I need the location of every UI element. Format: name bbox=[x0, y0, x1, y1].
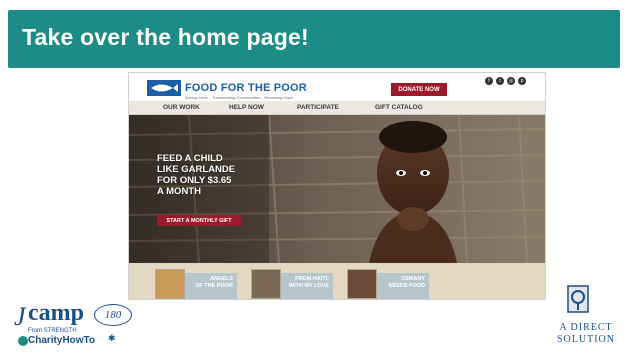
hero-line: A MONTH bbox=[157, 186, 201, 197]
camp-word: camp bbox=[28, 300, 84, 326]
site-nav: OUR WORK HELP NOW PARTICIPATE GIFT CATAL… bbox=[129, 101, 545, 115]
nav-our-work[interactable]: OUR WORK bbox=[163, 104, 200, 111]
hero-line: FOR ONLY $3.65 bbox=[157, 175, 232, 186]
hero-line: FEED A CHILD bbox=[157, 153, 223, 164]
feature-strip: ANGELS OF THE POOR FROM HAITI: WITH MY L… bbox=[129, 263, 545, 299]
title-bar: Take over the home page! bbox=[8, 10, 620, 68]
camp-number: 180 bbox=[94, 304, 132, 326]
ads-mark-icon bbox=[567, 285, 589, 313]
star-icon: ✱ bbox=[108, 333, 116, 343]
pinterest-icon[interactable]: p bbox=[518, 77, 526, 85]
a-direct-solution-logo: A DIRECT SOLUTION bbox=[548, 282, 624, 348]
nav-participate[interactable]: PARTICIPATE bbox=[297, 104, 339, 111]
start-monthly-gift-button[interactable]: START A MONTHLY GIFT bbox=[157, 215, 241, 226]
card-thumbnail bbox=[347, 269, 377, 299]
twitter-icon[interactable]: t bbox=[496, 77, 504, 85]
card-label: FROM HAITI: WITH MY LOVE bbox=[281, 273, 333, 299]
charityhowto-icon bbox=[18, 336, 28, 346]
slide: Take over the home page! FOOD FOR THE PO… bbox=[0, 0, 628, 356]
card-label: ANGELS OF THE POOR bbox=[185, 273, 237, 299]
donate-now-button[interactable]: DONATE NOW bbox=[391, 83, 447, 96]
fish-logo-icon bbox=[147, 80, 181, 96]
card-thumbnail bbox=[155, 269, 185, 299]
site-logo-text: FOOD FOR THE POOR bbox=[185, 82, 307, 94]
feature-card-angels[interactable]: ANGELS OF THE POOR bbox=[155, 269, 237, 299]
social-icons: f t ◎ p bbox=[485, 77, 526, 85]
nav-help-now[interactable]: HELP NOW bbox=[229, 104, 264, 111]
card-label: OSMANY NEEDS FOOD bbox=[377, 273, 429, 299]
card-thumbnail bbox=[251, 269, 281, 299]
camp-charity-name: CharityHowTo bbox=[28, 335, 96, 346]
card-label-line: NEEDS FOOD bbox=[388, 282, 425, 289]
instagram-icon[interactable]: ◎ bbox=[507, 77, 515, 85]
hero-headline: FEED A CHILD LIKE GARLANDE FOR ONLY $3.6… bbox=[157, 153, 235, 197]
feature-card-haiti[interactable]: FROM HAITI: WITH MY LOVE bbox=[251, 269, 333, 299]
feature-card-osmany[interactable]: OSMANY NEEDS FOOD bbox=[347, 269, 429, 299]
ads-line2: SOLUTION bbox=[557, 334, 615, 345]
hero-line: LIKE GARLANDE bbox=[157, 164, 236, 175]
card-label-line: WITH MY LOVE bbox=[288, 282, 329, 289]
site-logo-tagline: Saving Lives... Transforming Communities… bbox=[185, 95, 293, 100]
slide-title: Take over the home page! bbox=[22, 24, 309, 50]
camp-subtitle: From STRENGTH bbox=[28, 328, 77, 334]
website-screenshot: FOOD FOR THE POOR Saving Lives... Transf… bbox=[128, 72, 546, 300]
nav-gift-catalog[interactable]: GIFT CATALOG bbox=[375, 104, 423, 111]
ads-line1: A DIRECT bbox=[559, 322, 613, 333]
card-label-line: OF THE POOR bbox=[195, 282, 233, 289]
facebook-icon[interactable]: f bbox=[485, 77, 493, 85]
hero-banner: FEED A CHILD LIKE GARLANDE FOR ONLY $3.6… bbox=[129, 115, 545, 263]
site-header: FOOD FOR THE POOR Saving Lives... Transf… bbox=[129, 73, 545, 101]
camp180-logo: J camp 180 From STRENGTH CharityHowTo ✱ bbox=[10, 298, 150, 352]
camp-j-glyph: J bbox=[14, 302, 26, 331]
